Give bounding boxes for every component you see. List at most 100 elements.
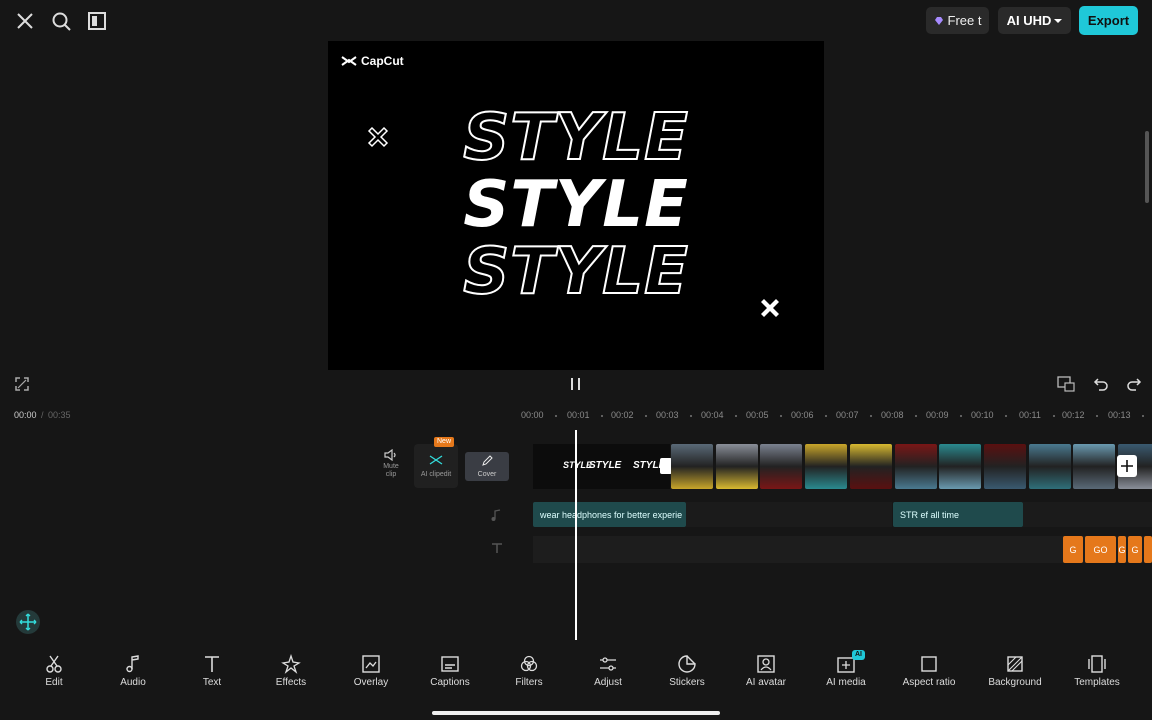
time-ruler[interactable]: 00:00 / 00:35 00:00 00:01 00:02 00:03 00:04 0… (0, 407, 1152, 423)
time-tick: 00:04 (701, 410, 724, 420)
new-badge: New (434, 437, 455, 447)
video-thumbnail (1028, 444, 1071, 489)
cover-button[interactable]: Cover (465, 452, 509, 481)
gem-icon (934, 16, 944, 26)
toolbar-ai-avatar[interactable]: AI avatar (731, 654, 801, 688)
speaker-icon (384, 449, 396, 461)
time-tick: 00:10 (971, 410, 994, 420)
sliders-icon (600, 657, 616, 671)
video-track[interactable]: STYLE STYLE STYLE (533, 444, 1152, 489)
plus-icon (1121, 460, 1133, 472)
time-separator: / (41, 410, 44, 420)
style-clip[interactable]: STYLE STYLE STYLE (533, 444, 670, 489)
audio-clip-1[interactable]: wear headphones for better experie (533, 502, 686, 527)
toolbar-label: Background (988, 677, 1042, 688)
ai-clipedit-label: AI clipedit (420, 471, 452, 478)
toolbar-label: Overlay (353, 677, 389, 688)
time-tick: 00:11 (1019, 410, 1041, 420)
toolbar-label: Text (202, 677, 222, 688)
keyframe-monitor-icon[interactable] (1057, 376, 1075, 392)
style-text-top: STYLE (462, 101, 689, 175)
text-clip-5[interactable] (1144, 536, 1152, 563)
capcut-watermark: CapCut (341, 54, 404, 68)
audio-track-icon (489, 508, 503, 522)
time-tick: 00:03 (656, 410, 679, 420)
toolbar-label: AI avatar (745, 677, 787, 688)
redo-icon[interactable] (1126, 376, 1142, 392)
close-icon[interactable] (14, 10, 36, 32)
sticker-icon (678, 655, 696, 673)
captions-icon (441, 656, 459, 672)
tick-dot (1005, 415, 1007, 417)
toolbar-adjust[interactable]: Adjust (573, 654, 643, 688)
tick-dot (1142, 415, 1144, 417)
capcut-brand-text: CapCut (361, 54, 404, 68)
toolbar-templates[interactable]: Templates (1062, 654, 1132, 688)
audio-clip-1-label: wear headphones for better experie (540, 509, 683, 520)
toolbar-label: Stickers (669, 677, 705, 688)
text-clip-3[interactable]: G (1118, 536, 1126, 563)
video-thumbnail (671, 444, 713, 489)
add-clip-button[interactable] (1117, 455, 1137, 477)
text-clip-2[interactable]: GO (1085, 536, 1116, 563)
style-clip-text-1: STYLE (563, 460, 593, 470)
style-text-middle: STYLE (463, 168, 689, 242)
toolbar-captions[interactable]: Captions (415, 654, 485, 688)
toolbar-aspect-ratio[interactable]: Aspect ratio (894, 654, 964, 688)
music-note-icon (126, 655, 139, 673)
mute-clip-button[interactable]: Mute clip (378, 449, 404, 479)
quality-label: AI UHD (1006, 13, 1052, 28)
toolbar-effects[interactable]: Effects (256, 654, 326, 688)
toolbar-label: Edit (45, 677, 63, 688)
time-tick: 00:09 (926, 410, 949, 420)
move-icon (19, 613, 37, 631)
toolbar-label: Filters (515, 677, 543, 688)
tick-dot (601, 415, 603, 417)
video-thumbnail (894, 444, 937, 489)
layout-panel-icon[interactable] (86, 10, 108, 32)
audio-clip-2[interactable]: STR ef all time (893, 502, 1023, 527)
video-thumbnail (849, 444, 892, 489)
toolbar-text[interactable]: Text (177, 654, 247, 688)
text-clip-1[interactable]: G (1063, 536, 1083, 563)
toolbar-label: Aspect ratio (902, 677, 956, 688)
tick-dot (915, 415, 917, 417)
toolbar-stickers[interactable]: Stickers (652, 654, 722, 688)
toolbar-label: Captions (430, 677, 470, 688)
free-trial-button[interactable]: Free t (926, 7, 989, 34)
toolbar-overlay[interactable]: Overlay (336, 654, 406, 688)
ai-badge: AI (852, 650, 865, 660)
toolbar-edit[interactable]: Edit (19, 654, 89, 688)
templates-icon (1088, 655, 1106, 673)
text-clip-4[interactable]: G (1128, 536, 1142, 563)
total-time: 00:35 (48, 410, 71, 420)
pause-icon[interactable] (568, 377, 584, 391)
ai-clipedit-button[interactable]: New AI clipedit (414, 437, 458, 488)
export-button[interactable]: Export (1079, 6, 1138, 35)
toolbar-ai-media[interactable]: AI media AI (811, 650, 881, 688)
tick-dot (960, 415, 962, 417)
toolbar-label: AI media (826, 677, 866, 688)
toolbar-audio[interactable]: Audio (98, 654, 168, 688)
playhead[interactable] (575, 430, 577, 640)
toolbar-background[interactable]: Background (980, 654, 1050, 688)
home-indicator[interactable] (432, 711, 720, 715)
quality-dropdown[interactable]: AI UHD (998, 7, 1071, 34)
ai-scissors-icon (429, 455, 443, 465)
toolbar-filters[interactable]: Filters (494, 654, 564, 688)
text-track[interactable] (533, 536, 1152, 563)
style-clip-text-2: STYLE (589, 460, 622, 471)
search-icon[interactable] (50, 10, 72, 32)
tick-dot (825, 415, 827, 417)
tick-dot (645, 415, 647, 417)
tick-dot (555, 415, 557, 417)
video-thumbnail (983, 444, 1026, 489)
video-preview[interactable]: CapCut STYLE STYLE STYLE (328, 41, 824, 370)
video-thumbnail (715, 444, 758, 489)
move-handle-button[interactable] (16, 610, 40, 634)
scrollbar-thumb[interactable] (1145, 131, 1149, 203)
pencil-icon (482, 455, 493, 466)
fullscreen-icon[interactable] (15, 377, 29, 391)
current-time: 00:00 (14, 410, 37, 420)
undo-icon[interactable] (1093, 376, 1109, 392)
